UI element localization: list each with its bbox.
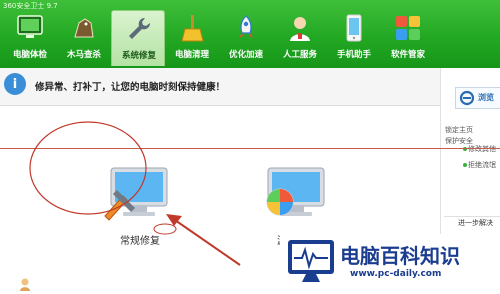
person-icon (20, 278, 30, 291)
watermark-title: 电脑百科知识 (340, 244, 460, 268)
watermark: 电脑百科知识 www.pc-daily.com (280, 234, 500, 294)
annotation-circle (29, 121, 147, 215)
watermark-url: www.pc-daily.com (350, 269, 442, 279)
annotation-small-circle (153, 223, 177, 235)
annotation-arrow (171, 217, 241, 266)
watermark-monitor-icon (288, 240, 334, 282)
